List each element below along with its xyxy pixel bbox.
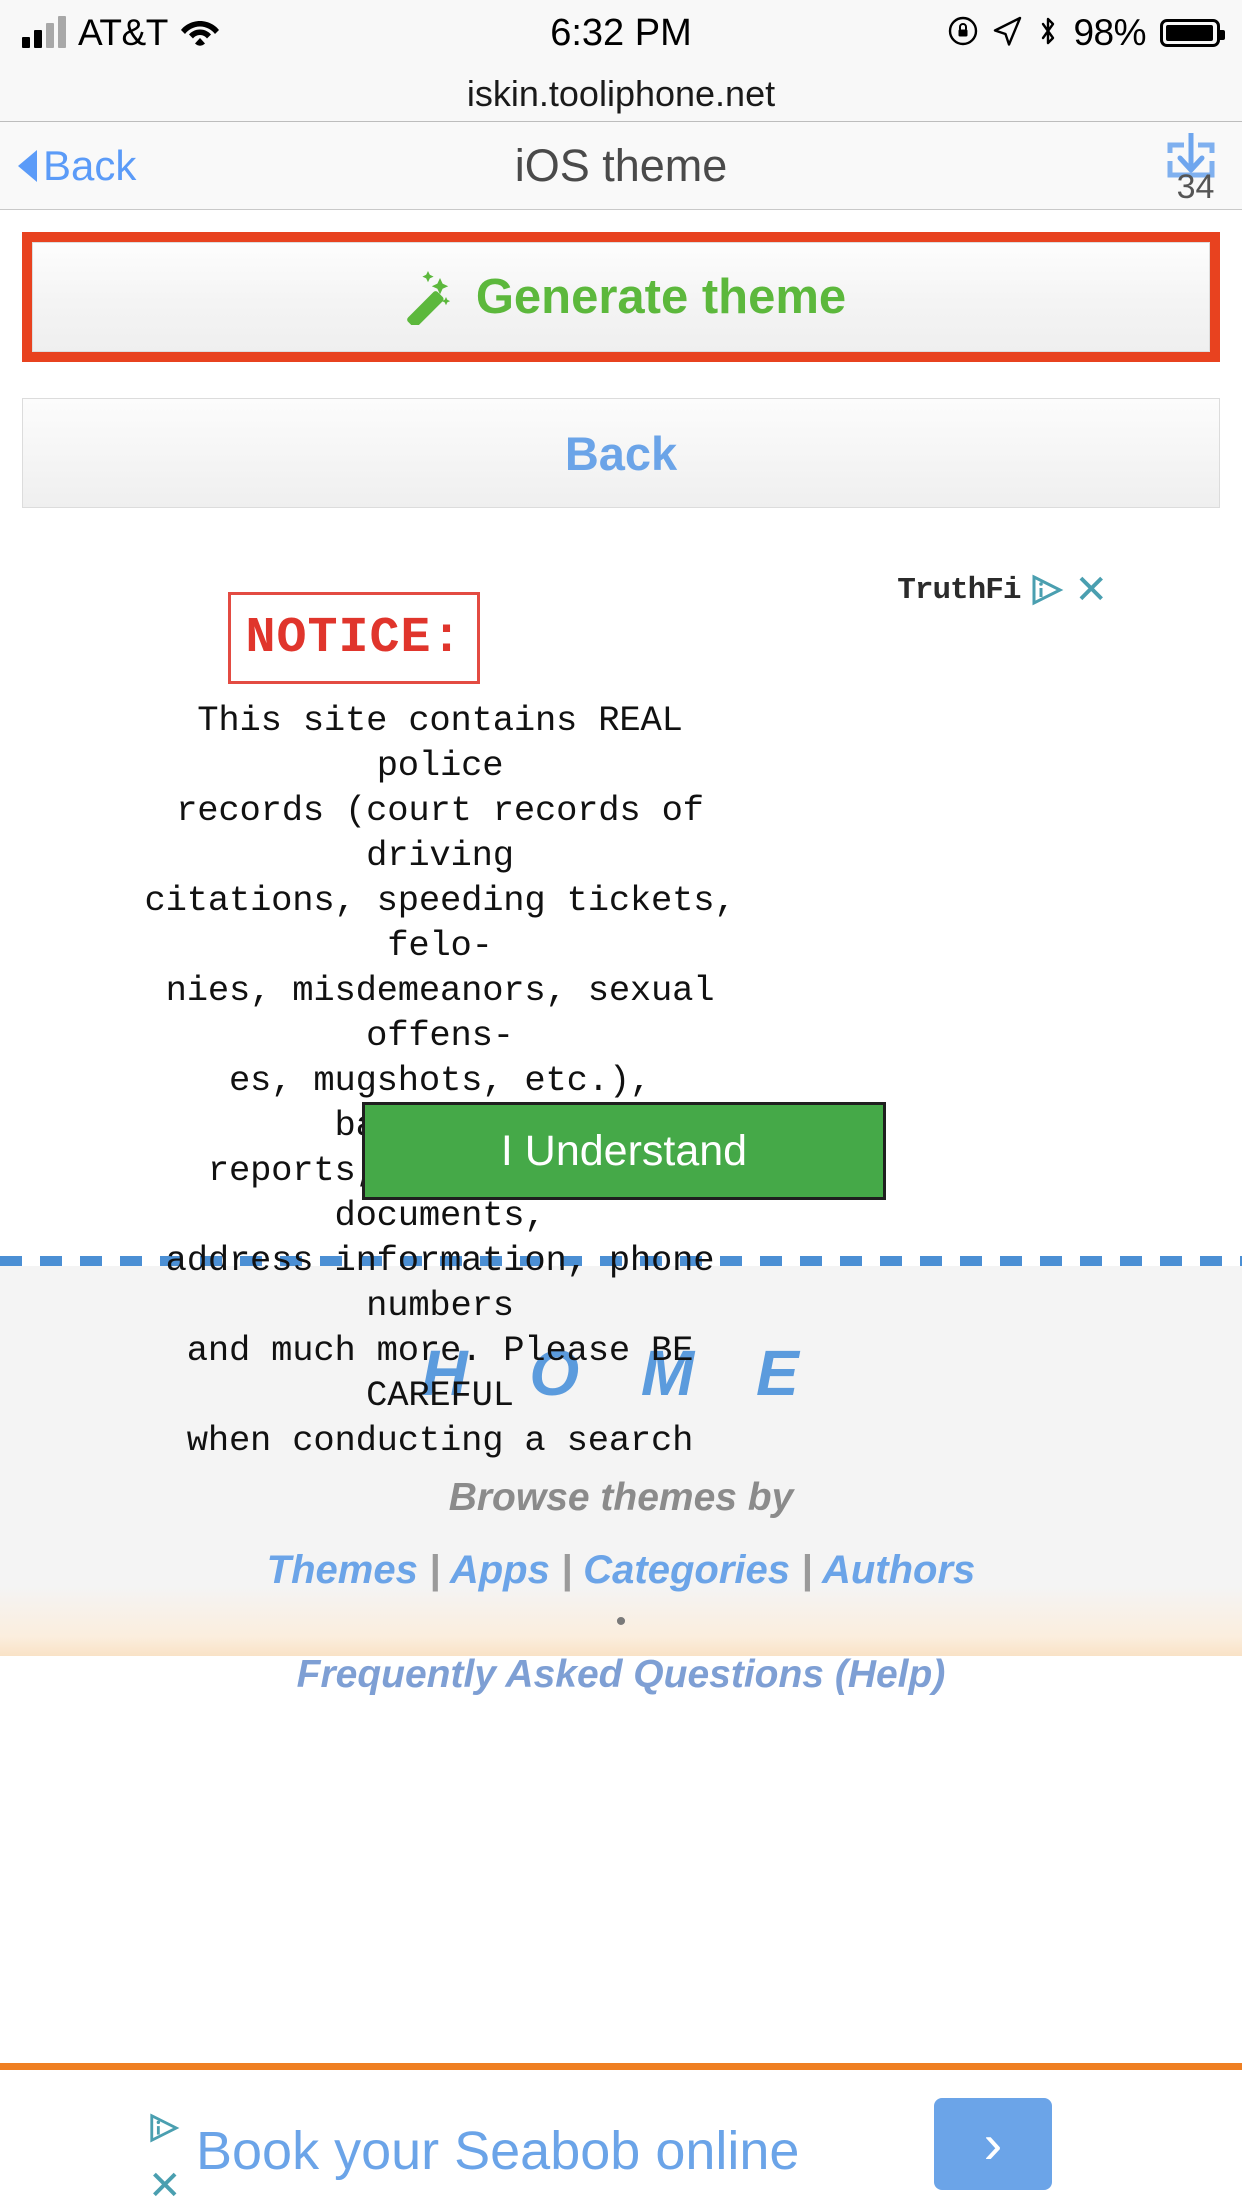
page-back-button[interactable]: Back xyxy=(22,398,1220,508)
status-bar: AT&T 6:32 PM 98% xyxy=(0,0,1242,66)
browse-themes-label: Browse themes by xyxy=(448,1476,794,1519)
battery-icon xyxy=(1160,19,1225,47)
nav-back-button[interactable]: Back xyxy=(18,142,136,190)
url-label: iskin.tooliphone.net xyxy=(466,72,776,114)
i-understand-button[interactable]: I Understand xyxy=(362,1102,886,1200)
link-separator-3: | xyxy=(801,1548,813,1592)
ad-brand-label: TruthFi xyxy=(897,572,1021,608)
link-separator-1: | xyxy=(428,1548,441,1592)
footer-link-themes[interactable]: Themes xyxy=(267,1548,418,1592)
notice-body-text: This site contains REAL police records (… xyxy=(144,700,736,1461)
generate-theme-highlight: Generate theme xyxy=(22,232,1220,362)
nav-bar: Back iOS theme 34 xyxy=(0,122,1242,210)
page-content: Generate theme Back TruthFi ✕ NOTICE: Th… xyxy=(0,232,1242,1696)
footer-link-apps[interactable]: Apps xyxy=(450,1548,550,1592)
bottom-ad-banner[interactable]: ✕ Book your Seabob online › xyxy=(0,2063,1242,2208)
action-buttons: Generate theme Back xyxy=(0,232,1242,508)
notice-heading: NOTICE: xyxy=(245,609,463,667)
download-badge: 34 xyxy=(1176,167,1215,206)
signal-bars-icon xyxy=(22,16,66,48)
downloads-button[interactable]: 34 xyxy=(1158,131,1224,206)
adchoices-icon[interactable] xyxy=(1030,573,1064,607)
i-understand-label: I Understand xyxy=(500,1126,748,1175)
banner-ad-label: Book your Seabob online xyxy=(196,2121,800,2181)
notice-heading-box: NOTICE: xyxy=(228,592,480,684)
ad-header: TruthFi ✕ xyxy=(897,570,1108,610)
bluetooth-icon xyxy=(1037,15,1059,52)
wifi-icon xyxy=(180,16,220,51)
status-bar-left: AT&T xyxy=(22,12,220,54)
location-arrow-icon xyxy=(993,16,1023,51)
magic-wand-icon xyxy=(396,265,456,330)
chevron-right-icon: › xyxy=(983,2112,1003,2175)
page-title: iOS theme xyxy=(514,139,728,191)
link-separator-2: | xyxy=(560,1548,573,1592)
generate-theme-button[interactable]: Generate theme xyxy=(32,242,1210,352)
banner-cta-button[interactable]: › xyxy=(934,2098,1052,2190)
battery-percent-label: 98% xyxy=(1073,12,1146,53)
footer-link-row: Themes | Apps | Categories | Authors xyxy=(0,1548,1242,1593)
chevron-left-icon xyxy=(18,149,37,182)
footer-dot-separator: • xyxy=(615,1605,627,1638)
rotation-lock-icon xyxy=(947,15,979,52)
adchoices-icon[interactable] xyxy=(148,2112,180,2149)
phone-screen: AT&T 6:32 PM 98% iskin.tooliphone.net Ba… xyxy=(0,0,1242,2208)
ad-close-icon[interactable]: ✕ xyxy=(1074,570,1108,610)
footer-link-categories[interactable]: Categories xyxy=(583,1548,790,1592)
banner-close-icon[interactable]: ✕ xyxy=(148,2166,182,2206)
url-bar[interactable]: iskin.tooliphone.net xyxy=(0,66,1242,122)
nav-back-label: Back xyxy=(43,141,137,189)
clock-label: 6:32 PM xyxy=(550,11,692,54)
page-back-label: Back xyxy=(564,426,678,480)
footer-link-authors[interactable]: Authors xyxy=(822,1548,975,1592)
footer-link-faq[interactable]: Frequently Asked Questions (Help) xyxy=(0,1653,1242,1697)
generate-theme-label: Generate theme xyxy=(475,270,847,324)
status-bar-right: 98% xyxy=(947,12,1225,54)
carrier-label: AT&T xyxy=(78,12,168,53)
ad-notice-block[interactable]: TruthFi ✕ NOTICE: This site contains REA… xyxy=(0,570,1242,1461)
